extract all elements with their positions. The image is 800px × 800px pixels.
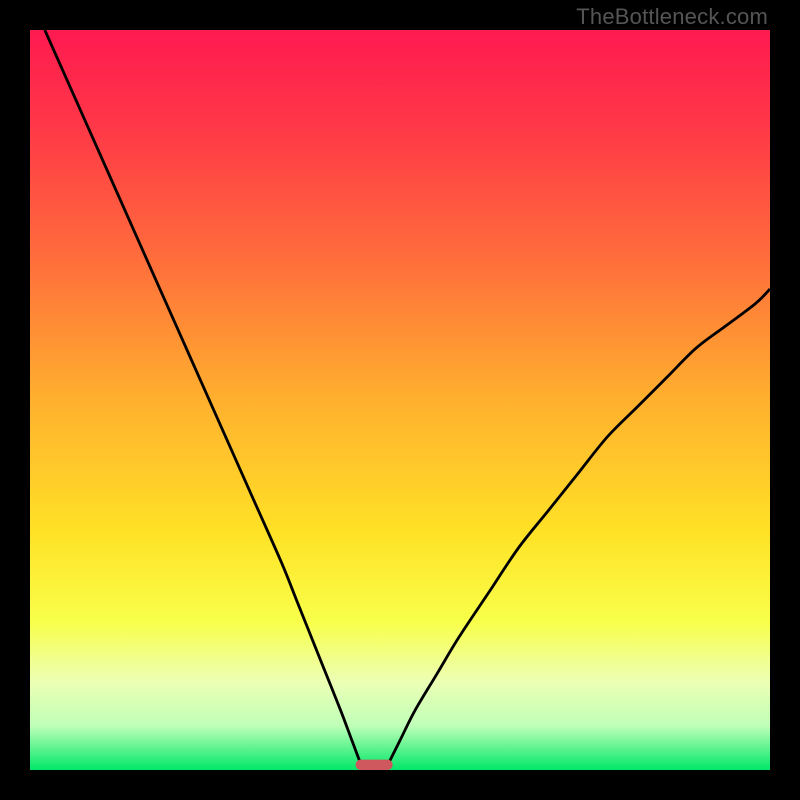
watermark-text: TheBottleneck.com: [576, 4, 768, 30]
chart-frame: [30, 30, 770, 770]
bottleneck-chart: [30, 30, 770, 770]
bottleneck-marker: [356, 760, 393, 770]
chart-background-gradient: [30, 30, 770, 770]
